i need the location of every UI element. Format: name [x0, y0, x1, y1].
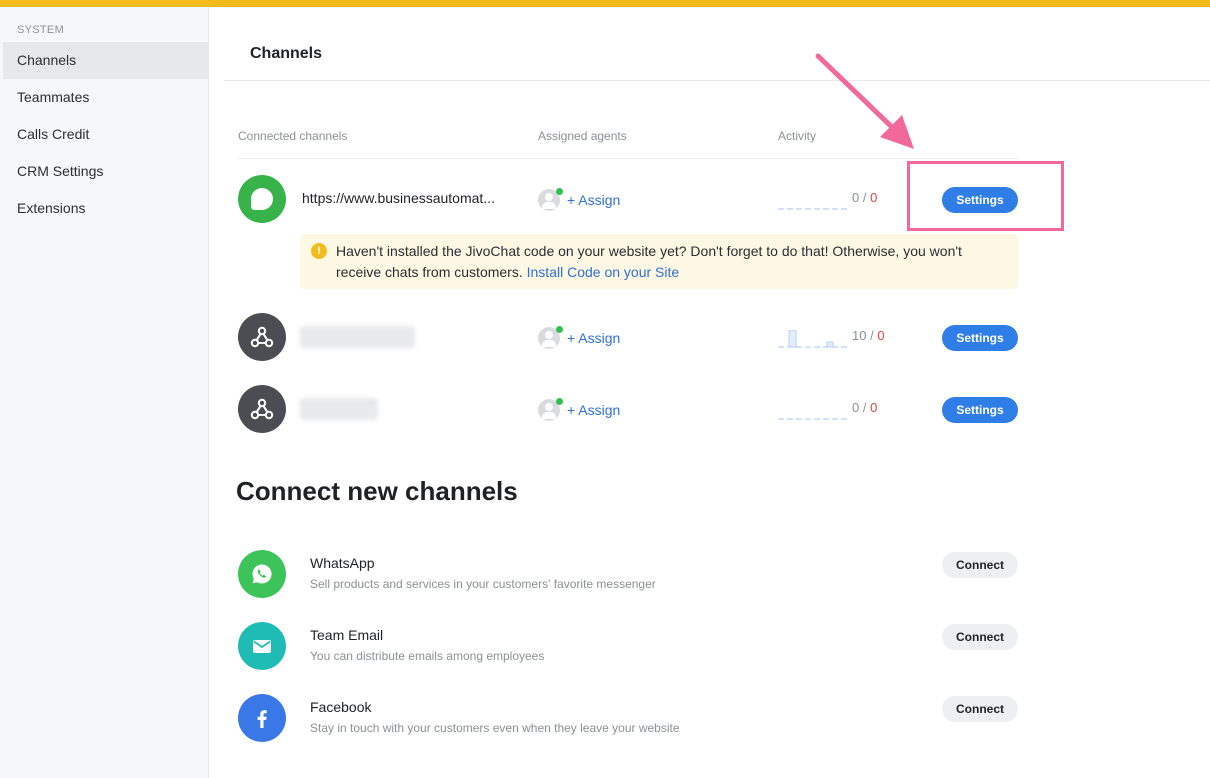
- activity-missed: 0: [870, 400, 878, 415]
- column-header-channels: Connected channels: [238, 129, 348, 143]
- assign-label: + Assign: [567, 402, 621, 418]
- jivochat-bubble-icon: [238, 175, 286, 223]
- sidebar-item-channels[interactable]: Channels: [3, 42, 208, 79]
- connect-item-whatsapp: WhatsApp Sell products and services in y…: [210, 550, 1210, 600]
- connect-section-title: Connect new channels: [236, 476, 518, 506]
- activity-total: 0: [852, 190, 860, 205]
- main-content: Channels Connected channels Assigned age…: [210, 7, 1210, 778]
- channel-name[interactable]: https://www.businessautomat...: [302, 190, 495, 206]
- connect-item-facebook: Facebook Stay in touch with your custome…: [210, 694, 1210, 744]
- whatsapp-icon: [238, 550, 286, 598]
- channel-name-redacted: [300, 398, 378, 420]
- channel-row: + Assign 0 / 0 Settings: [210, 385, 1210, 435]
- agent-avatar-icon: [538, 326, 563, 349]
- connect-item-description: You can distribute emails among employee…: [310, 649, 545, 663]
- connect-button[interactable]: Connect: [942, 696, 1018, 722]
- agent-avatar-icon: [538, 398, 563, 421]
- activity-separator: /: [870, 328, 874, 343]
- connect-item-title: WhatsApp: [310, 555, 375, 571]
- settings-button[interactable]: Settings: [942, 325, 1018, 351]
- sidebar-section-label: SYSTEM: [17, 24, 65, 36]
- connect-button[interactable]: Connect: [942, 552, 1018, 578]
- connect-item-description: Stay in touch with your customers even w…: [310, 721, 680, 735]
- exclamation-icon: !: [311, 243, 327, 259]
- install-code-link[interactable]: Install Code on your Site: [527, 264, 680, 280]
- activity-sparkline: [778, 330, 848, 348]
- page-title: Channels: [250, 45, 323, 62]
- activity-sparkline: [778, 208, 848, 210]
- channel-row: + Assign 10 / 0 Settings: [210, 313, 1210, 363]
- webhook-icon: [238, 385, 286, 433]
- activity-counts: 10 / 0: [852, 328, 885, 343]
- assign-label: + Assign: [567, 192, 621, 208]
- highlight-box: [907, 161, 1064, 231]
- activity-total: 0: [852, 400, 860, 415]
- facebook-icon: [238, 694, 286, 742]
- activity-counts: 0 / 0: [852, 190, 877, 205]
- activity-missed: 0: [870, 190, 878, 205]
- email-icon: [238, 622, 286, 670]
- assign-agent-button[interactable]: + Assign: [538, 398, 620, 422]
- sidebar-item-crm-settings[interactable]: CRM Settings: [3, 153, 208, 190]
- online-status-dot: [556, 398, 563, 405]
- pointer-arrow-icon: [815, 53, 914, 149]
- sidebar-item-calls-credit[interactable]: Calls Credit: [3, 116, 208, 153]
- activity-sparkline: [778, 418, 848, 420]
- activity-separator: /: [862, 400, 867, 415]
- connect-item-title: Team Email: [310, 627, 384, 643]
- connect-button[interactable]: Connect: [942, 624, 1018, 650]
- title-divider: [224, 80, 1210, 81]
- install-code-warning: ! Haven't installed the JivoChat code on…: [300, 234, 1018, 289]
- column-header-agents: Assigned agents: [538, 129, 627, 143]
- assign-agent-button[interactable]: + Assign: [538, 326, 620, 350]
- connect-item-title: Facebook: [310, 699, 372, 715]
- top-accent-bar: [0, 0, 1210, 7]
- online-status-dot: [556, 188, 563, 195]
- activity-counts: 0 / 0: [852, 400, 877, 415]
- connect-item-team-email: Team Email You can distribute emails amo…: [210, 622, 1210, 672]
- channel-name-redacted: [300, 326, 415, 348]
- warning-text-block: Haven't installed the JivoChat code on y…: [336, 241, 1006, 283]
- online-status-dot: [556, 326, 563, 333]
- activity-total: 10: [852, 328, 867, 343]
- webhook-icon: [238, 313, 286, 361]
- activity-separator: /: [862, 190, 867, 205]
- assign-agent-button[interactable]: + Assign: [538, 188, 620, 212]
- assign-label: + Assign: [567, 330, 621, 346]
- settings-button[interactable]: Settings: [942, 397, 1018, 423]
- sidebar-item-extensions[interactable]: Extensions: [3, 190, 208, 227]
- agent-avatar-icon: [538, 188, 563, 211]
- sidebar-item-teammates[interactable]: Teammates: [3, 79, 208, 116]
- connect-item-description: Sell products and services in your custo…: [310, 577, 656, 591]
- sidebar: SYSTEM Channels Teammates Calls Credit C…: [0, 7, 209, 778]
- activity-missed: 0: [877, 328, 885, 343]
